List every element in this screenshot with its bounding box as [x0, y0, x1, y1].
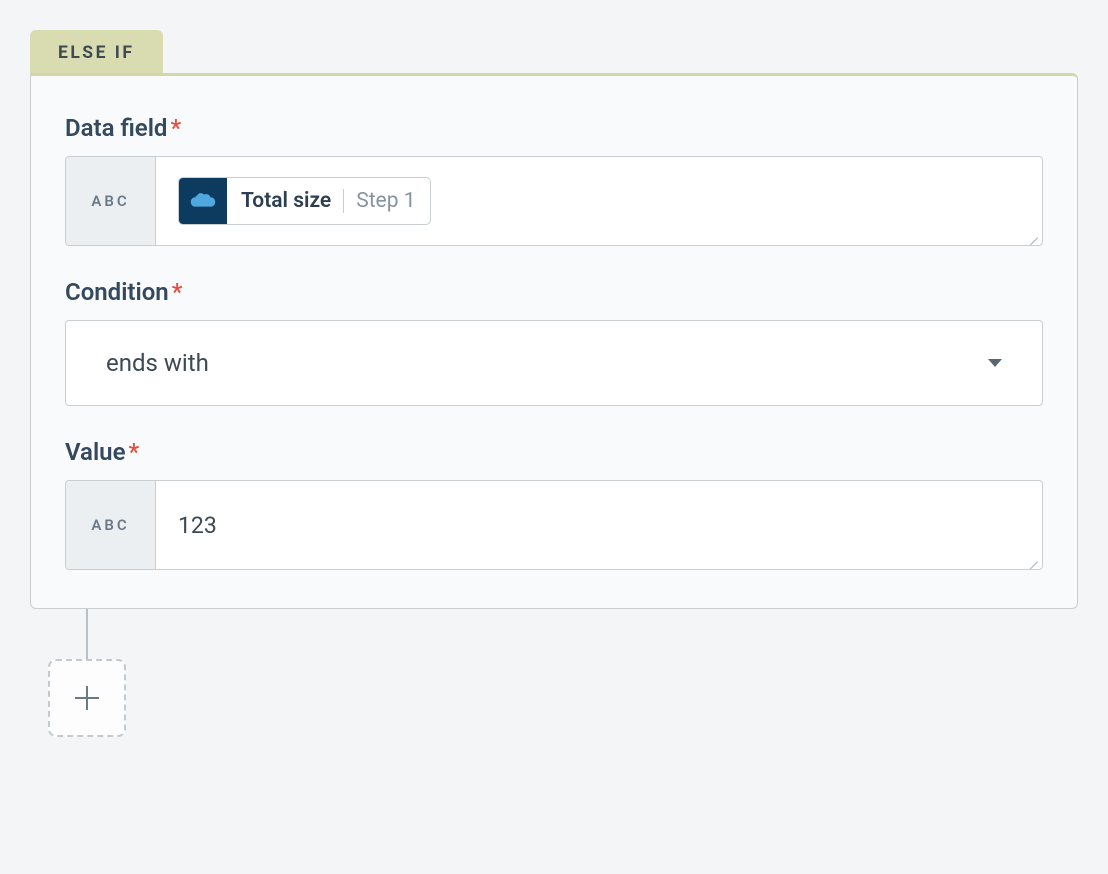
- label-text: Value: [65, 438, 125, 466]
- data-field-input[interactable]: ABC Total size Step 1: [65, 156, 1043, 246]
- field-group-data-field: Data field* ABC Total size St: [65, 114, 1043, 246]
- data-pill-text: Total size Step 1: [227, 178, 430, 224]
- data-pill[interactable]: Total size Step 1: [178, 177, 431, 225]
- condition-select[interactable]: ends with: [65, 320, 1043, 406]
- required-marker: *: [128, 438, 139, 466]
- pill-sub-label: Step 1: [356, 189, 415, 213]
- resize-handle-icon: [1024, 227, 1038, 241]
- tab-else-if[interactable]: ELSE IF: [30, 30, 163, 76]
- chevron-down-icon: [988, 359, 1002, 367]
- pill-divider: [343, 189, 344, 213]
- condition-panel: Data field* ABC Total size St: [30, 73, 1078, 609]
- resize-handle-icon: [1024, 551, 1038, 565]
- type-prefix-abc: ABC: [66, 157, 156, 245]
- connector-line: [86, 609, 88, 659]
- pill-main-label: Total size: [241, 189, 331, 213]
- condition-selected-value: ends with: [106, 349, 209, 377]
- value-content[interactable]: 123: [156, 481, 1042, 569]
- field-group-condition: Condition* ends with: [65, 278, 1043, 406]
- label-data-field: Data field*: [65, 114, 1043, 142]
- type-prefix-abc: ABC: [66, 481, 156, 569]
- label-text: Data field: [65, 114, 167, 142]
- label-value: Value*: [65, 438, 1043, 466]
- label-text: Condition: [65, 278, 169, 306]
- value-input[interactable]: ABC 123: [65, 480, 1043, 570]
- salesforce-icon: [179, 178, 227, 224]
- add-step-button[interactable]: [48, 659, 126, 737]
- required-marker: *: [170, 114, 181, 142]
- value-text: 123: [178, 512, 217, 539]
- label-condition: Condition*: [65, 278, 1043, 306]
- data-field-content[interactable]: Total size Step 1: [156, 157, 1042, 245]
- required-marker: *: [172, 278, 183, 306]
- plus-icon: [75, 686, 99, 710]
- field-group-value: Value* ABC 123: [65, 438, 1043, 570]
